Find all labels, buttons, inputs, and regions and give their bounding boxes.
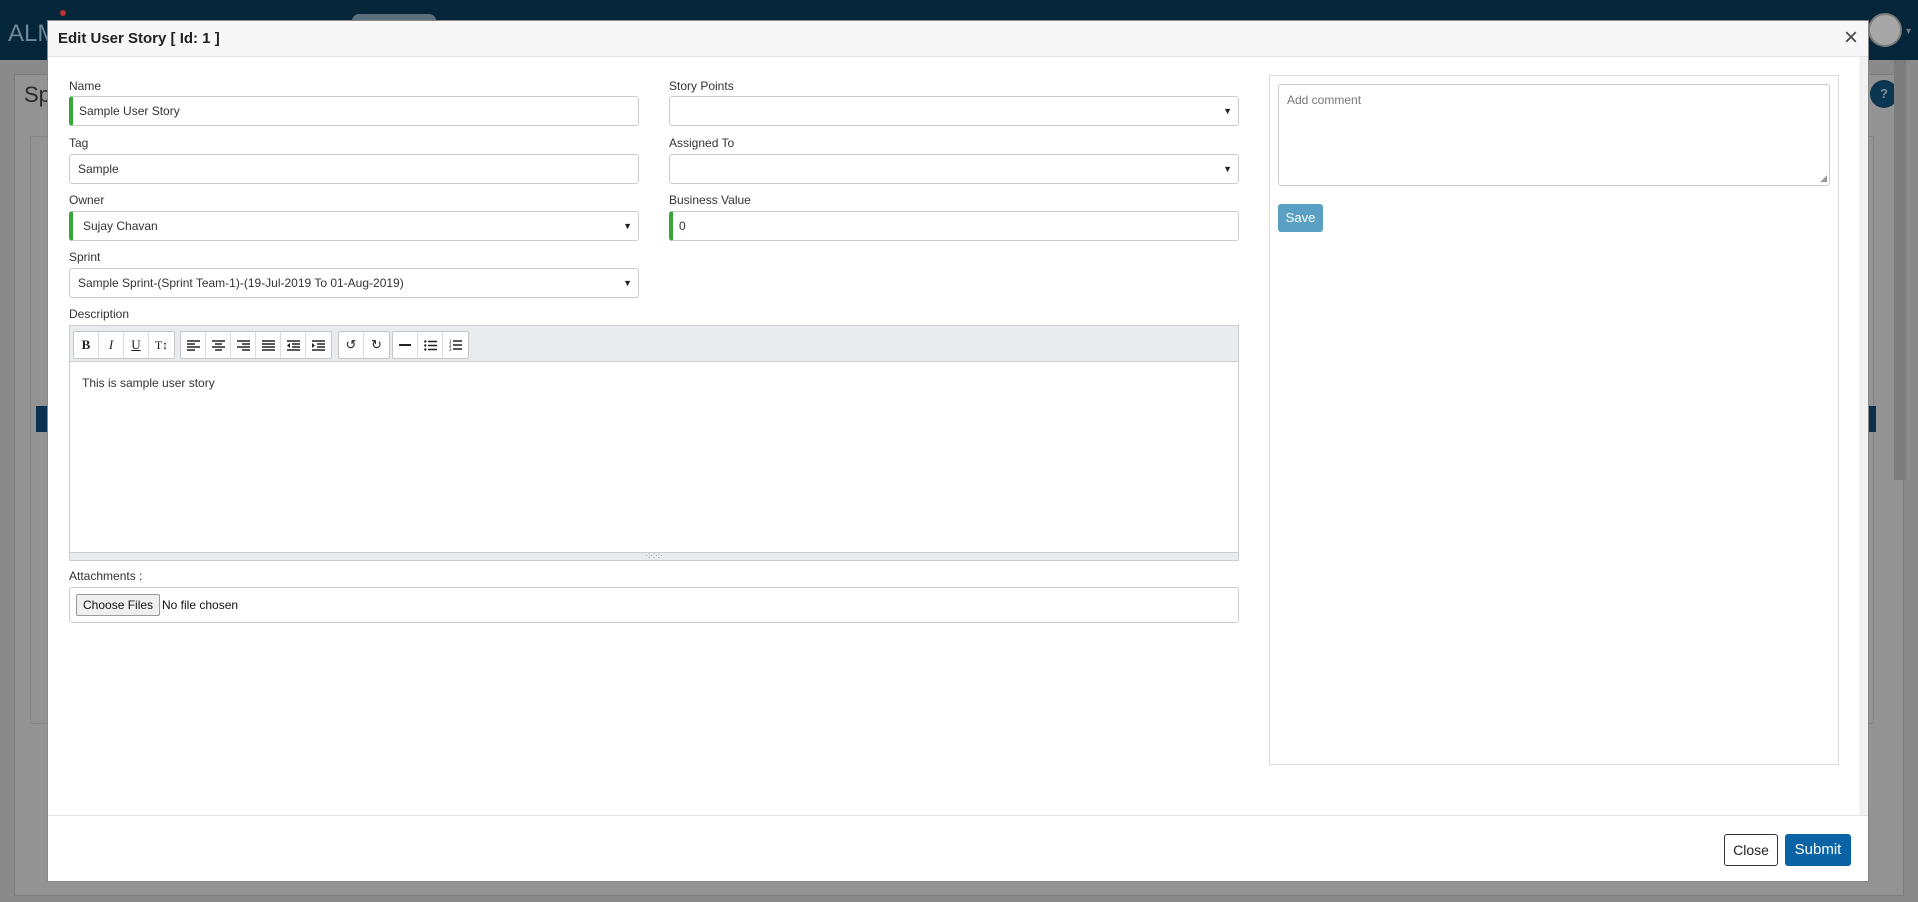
name-value: Sample User Story <box>79 104 180 118</box>
description-editor: B I U T↕ ↺ ↻ 1 2 3 This is sample user s… <box>69 325 1239 561</box>
description-label: Description <box>69 307 130 321</box>
editor-toolbar: B I U T↕ ↺ ↻ 1 2 3 <box>70 326 1238 362</box>
editor-resize-handle[interactable]: ·:·:·:· <box>70 552 1238 560</box>
align-center-icon[interactable] <box>206 332 231 358</box>
avatar-caret-icon: ▾ <box>1906 26 1912 37</box>
sprint-select[interactable]: Sample Sprint-(Sprint Team-1)-(19-Jul-20… <box>69 268 639 298</box>
underline-icon[interactable]: U <box>124 332 149 358</box>
outdent-icon[interactable] <box>281 332 306 358</box>
avatar <box>1868 13 1902 47</box>
tag-value: Sample <box>78 162 119 176</box>
chevron-down-icon: ▼ <box>623 221 632 231</box>
business-value-label: Business Value <box>669 193 751 207</box>
tag-field[interactable]: Sample <box>69 154 639 184</box>
name-label: Name <box>69 79 102 93</box>
comment-input[interactable]: Add comment ◢ <box>1278 84 1830 186</box>
close-icon[interactable]: × <box>1844 25 1858 51</box>
assigned-to-label: Assigned To <box>669 136 735 150</box>
tag-label: Tag <box>69 136 89 150</box>
toolbar-group-insert: 123 <box>392 331 469 359</box>
save-comment-button[interactable]: Save <box>1278 204 1323 232</box>
business-value-value: 0 <box>679 219 686 233</box>
toolbar-group-format: B I U T↕ <box>73 331 175 359</box>
resize-grip-icon[interactable]: ◢ <box>1820 173 1827 184</box>
choose-files-button[interactable]: Choose Files <box>76 594 161 616</box>
modal-header: Edit User Story [ Id: 1 ] × <box>48 21 1868 57</box>
modal-scrollbar[interactable] <box>1859 57 1868 815</box>
svg-text:3: 3 <box>449 347 452 351</box>
italic-icon[interactable]: I <box>99 332 124 358</box>
file-status: No file chosen <box>162 598 239 612</box>
attachments-label: Attachments : <box>69 569 143 583</box>
align-right-icon[interactable] <box>231 332 256 358</box>
horizontal-rule-icon[interactable] <box>393 332 418 358</box>
close-button[interactable]: Close <box>1724 834 1778 866</box>
story-points-label: Story Points <box>669 79 734 93</box>
description-text[interactable]: This is sample user story <box>82 376 215 390</box>
comments-panel: Add comment ◢ Save <box>1269 75 1839 765</box>
edit-user-story-modal: Edit User Story [ Id: 1 ] × Name Sample … <box>47 20 1869 882</box>
comment-placeholder: Add comment <box>1287 93 1362 107</box>
chevron-down-icon: ▼ <box>1223 164 1232 174</box>
attachments-input: Choose Files No file chosen <box>69 587 1239 623</box>
align-left-icon[interactable] <box>181 332 206 358</box>
sprint-value: Sample Sprint-(Sprint Team-1)-(19-Jul-20… <box>78 276 404 290</box>
toolbar-group-history: ↺ ↻ <box>338 331 390 359</box>
owner-select[interactable]: Sujay Chavan ▼ <box>69 211 639 241</box>
chevron-down-icon: ▼ <box>1223 106 1232 116</box>
assigned-to-select[interactable]: ▼ <box>669 154 1239 184</box>
numbered-list-icon[interactable]: 123 <box>443 332 468 358</box>
owner-label: Owner <box>69 193 105 207</box>
page-scrollbar <box>1894 60 1906 480</box>
sprint-label: Sprint <box>69 250 101 264</box>
name-field[interactable]: Sample User Story <box>69 96 639 126</box>
toolbar-group-align <box>180 331 332 359</box>
align-justify-icon[interactable] <box>256 332 281 358</box>
redo-icon[interactable]: ↻ <box>364 332 389 358</box>
undo-icon[interactable]: ↺ <box>339 332 364 358</box>
chevron-down-icon: ▼ <box>623 278 632 288</box>
modal-footer: Close Submit <box>48 815 1868 883</box>
logo-dot <box>60 10 66 16</box>
business-value-field[interactable]: 0 <box>669 211 1239 241</box>
indent-icon[interactable] <box>306 332 331 358</box>
owner-value: Sujay Chavan <box>83 219 158 233</box>
text-size-icon[interactable]: T↕ <box>149 332 174 358</box>
bold-icon[interactable]: B <box>74 332 99 358</box>
story-points-select[interactable]: ▼ <box>669 96 1239 126</box>
submit-button[interactable]: Submit <box>1785 834 1851 866</box>
bullet-list-icon[interactable] <box>418 332 443 358</box>
modal-title: Edit User Story [ Id: 1 ] <box>58 30 220 47</box>
